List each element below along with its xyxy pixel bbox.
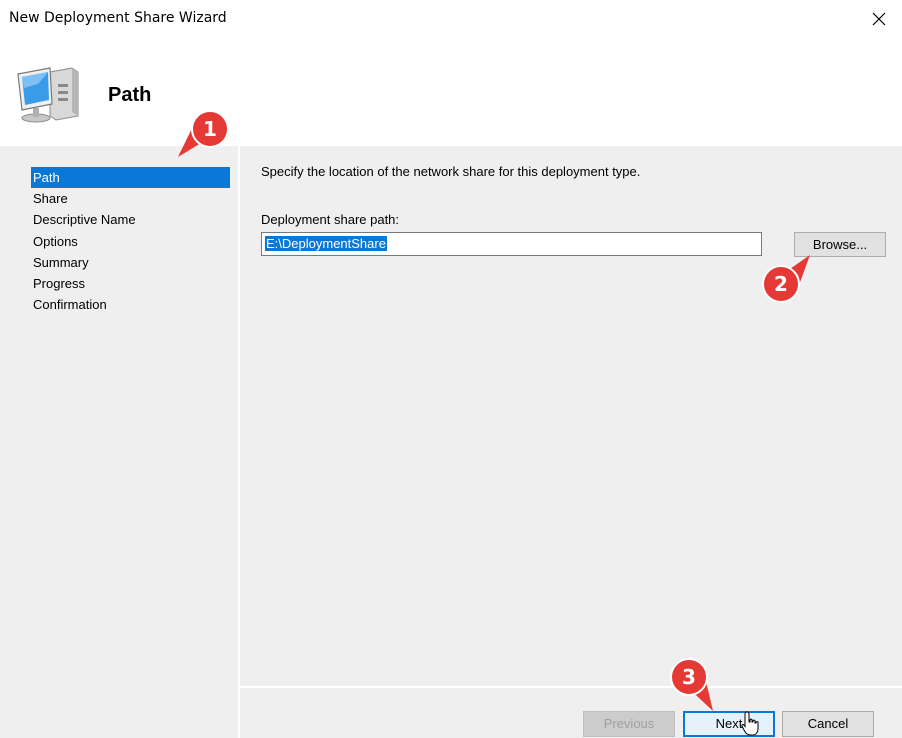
annotation-marker-2: 2 <box>761 247 813 308</box>
annotation-number-1: 1 <box>203 117 217 141</box>
step-descriptive-name[interactable]: Descriptive Name <box>31 209 230 230</box>
window-title: New Deployment Share Wizard <box>9 10 227 26</box>
cancel-button[interactable]: Cancel <box>782 711 874 737</box>
step-share[interactable]: Share <box>31 188 230 209</box>
annotation-marker-1: 1 <box>176 110 232 163</box>
wizard-header: Path <box>0 38 902 146</box>
step-confirmation[interactable]: Confirmation <box>31 294 230 315</box>
annotation-number-2: 2 <box>774 272 788 296</box>
instruction-text: Specify the location of the network shar… <box>261 164 641 179</box>
wizard-footer: Previous Next Cancel <box>240 688 902 738</box>
main-panel: Specify the location of the network shar… <box>240 146 902 686</box>
close-button[interactable] <box>856 0 902 38</box>
annotation-number-3: 3 <box>682 665 696 689</box>
path-label: Deployment share path: <box>261 212 400 227</box>
previous-button[interactable]: Previous <box>583 711 675 737</box>
close-icon <box>872 12 886 26</box>
step-path[interactable]: Path <box>31 167 230 188</box>
annotation-marker-3: 3 <box>669 657 721 716</box>
path-value: E:\DeploymentShare <box>265 236 387 251</box>
step-options[interactable]: Options <box>31 231 230 252</box>
title-bar: New Deployment Share Wizard <box>0 0 902 38</box>
page-title: Path <box>108 84 152 106</box>
step-summary[interactable]: Summary <box>31 252 230 273</box>
steps-sidebar: Path Share Descriptive Name Options Summ… <box>0 146 238 738</box>
step-progress[interactable]: Progress <box>31 273 230 294</box>
computer-icon <box>17 67 79 123</box>
deployment-share-path-input[interactable]: E:\DeploymentShare <box>261 232 762 256</box>
hand-cursor-icon <box>741 711 759 736</box>
